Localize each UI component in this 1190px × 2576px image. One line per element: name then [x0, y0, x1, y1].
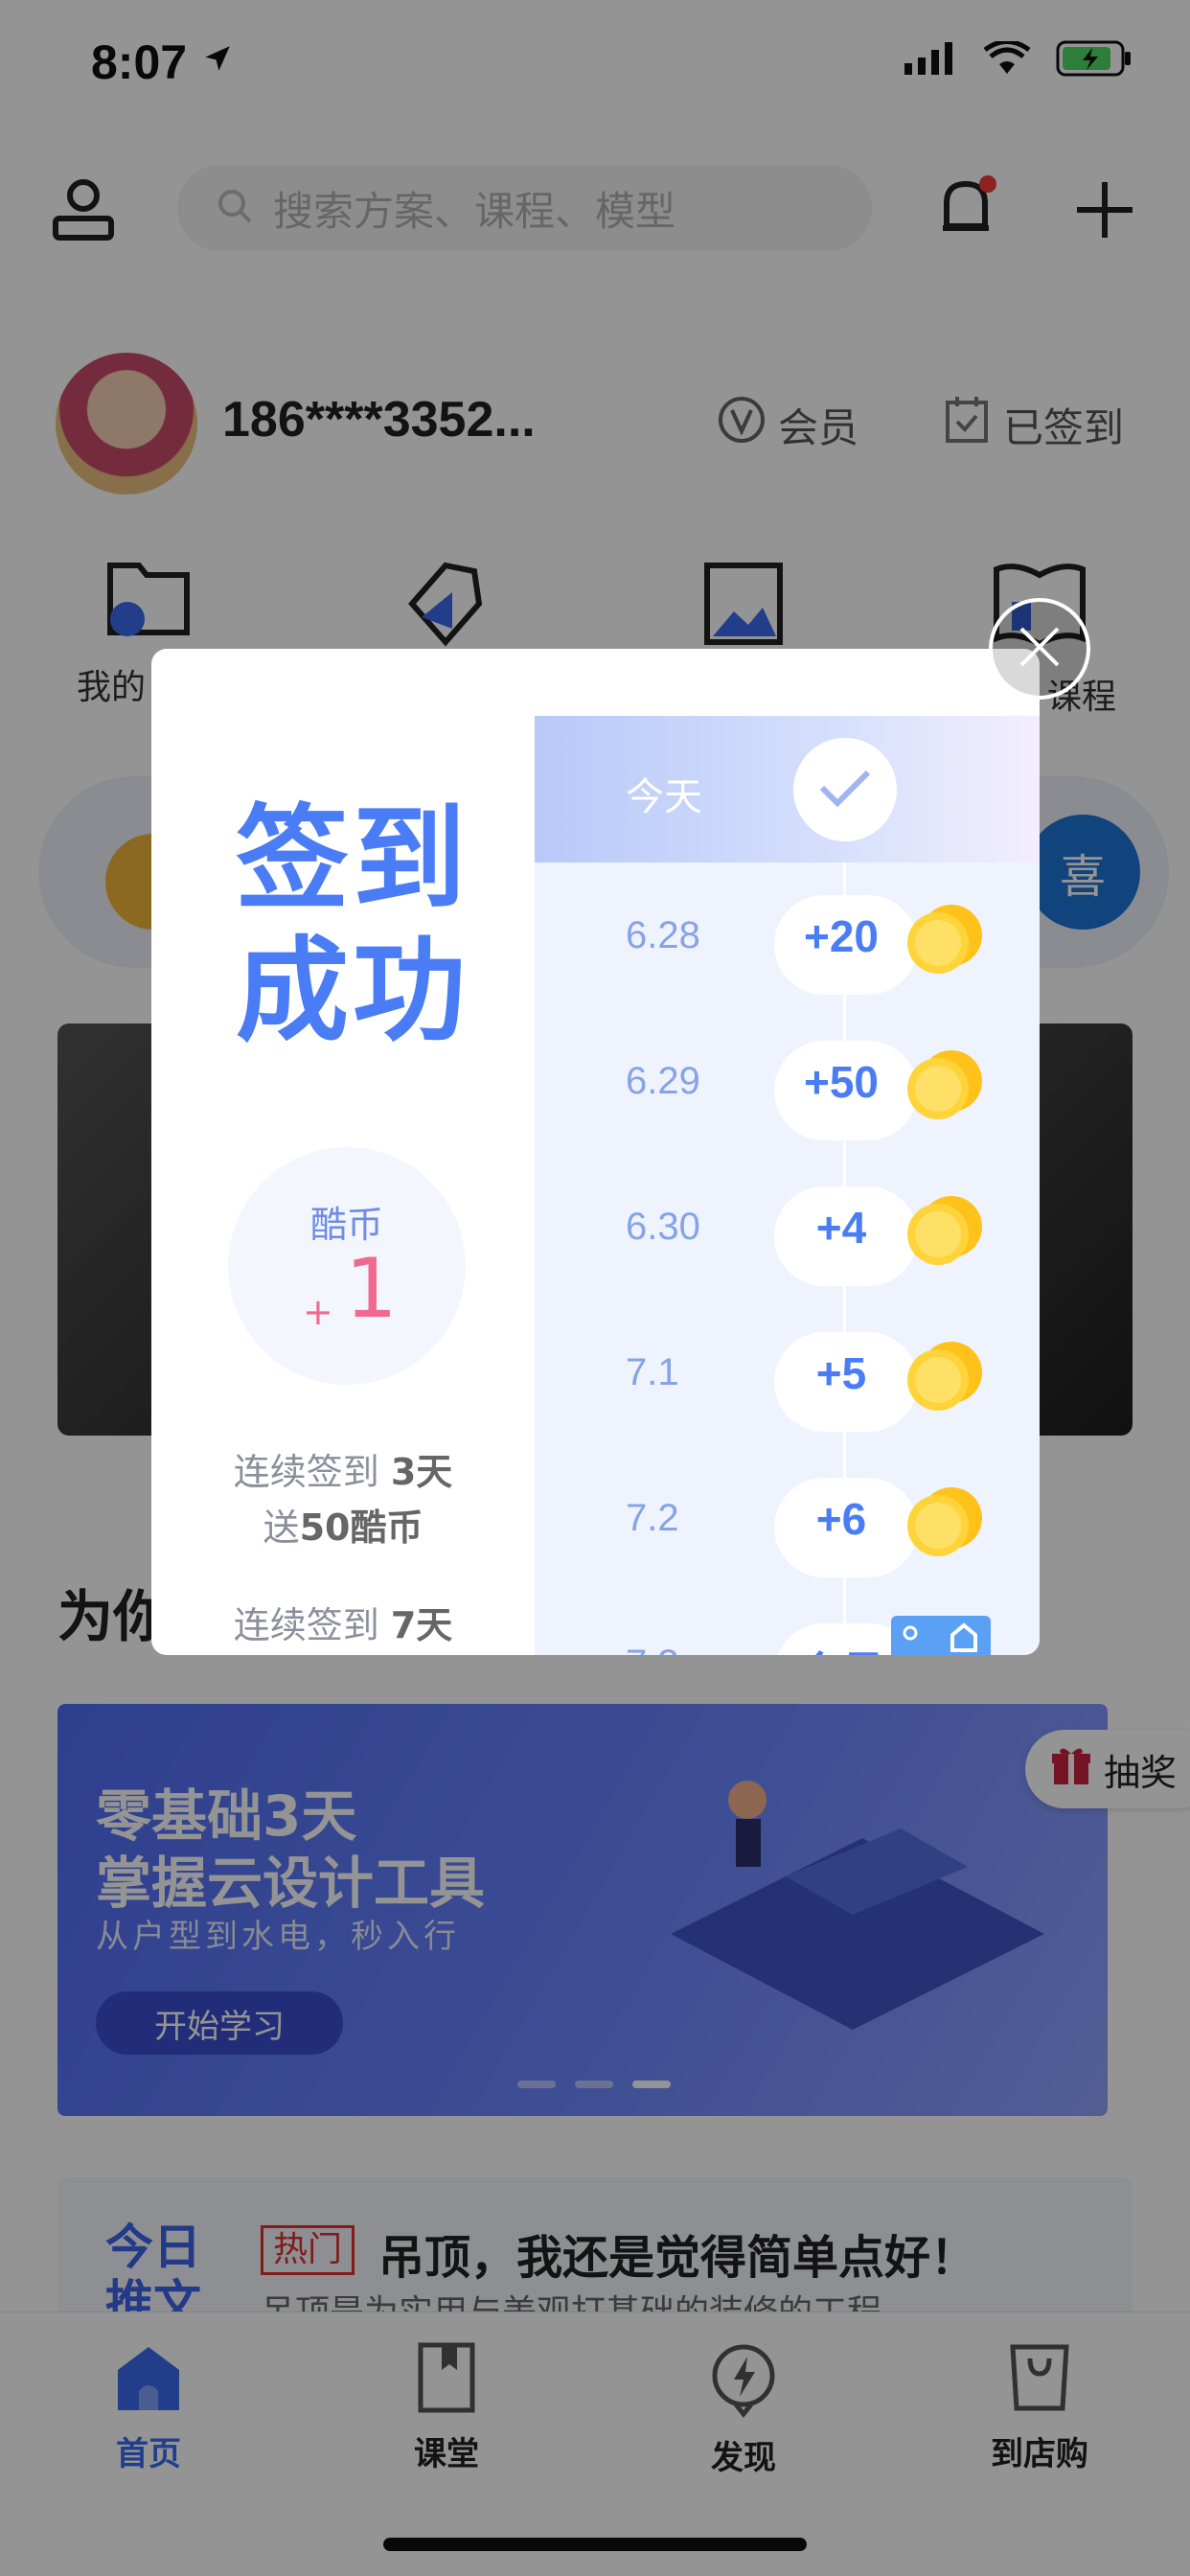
streak-days: 3天 — [390, 1451, 453, 1493]
today-check — [793, 738, 897, 841]
day-points: +5 — [815, 1348, 867, 1398]
success-title: 签到 成功 — [236, 793, 469, 1057]
coin-plus: + — [303, 1291, 333, 1333]
day-date: 6.29 — [626, 1060, 700, 1102]
day-points: 会员 — [774, 1639, 908, 1655]
coin-icon — [904, 1338, 982, 1414]
coin-icon — [904, 1046, 982, 1123]
close-icon — [1018, 625, 1062, 673]
vip-badge-icon — [891, 1616, 991, 1655]
day-date: 7.1 — [626, 1351, 679, 1393]
day-row: 6.29 +50 — [535, 1008, 1040, 1154]
streak-reward-3: 连续签到 3天 送50酷币 — [151, 1444, 535, 1555]
modal-summary: 签到 成功 酷币 + 1 连续签到 3天 送50酷币 连续签到 7天 — [151, 649, 535, 1655]
day-row: 6.28 +20 — [535, 862, 1040, 1008]
day-date: 7.3 — [626, 1643, 679, 1655]
day-points: +6 — [815, 1494, 867, 1544]
coin-reward: 酷币 + 1 — [228, 1147, 466, 1385]
checkin-calendar: 今天 6.28 +20 6.29 +50 6.30 +4 7.1 +5 7.2 … — [535, 716, 1040, 1655]
close-button[interactable] — [989, 598, 1090, 700]
day-date: 6.28 — [626, 914, 700, 956]
day-row: 7.2 +6 — [535, 1445, 1040, 1591]
streak-text: 送 — [263, 1506, 300, 1549]
coin-icon — [904, 1484, 982, 1560]
streak-reward-7: 连续签到 7天 — [151, 1598, 535, 1653]
day-row: 7.1 +5 — [535, 1300, 1040, 1445]
day-date: 6.30 — [626, 1206, 700, 1248]
today-row: 今天 — [535, 716, 1040, 862]
day-points: +20 — [803, 911, 880, 961]
day-date: 7.2 — [626, 1497, 679, 1539]
streak-days: 7天 — [390, 1604, 453, 1646]
streak-reward: 50酷币 — [299, 1506, 423, 1549]
check-icon — [818, 767, 872, 813]
coin-icon — [904, 1192, 982, 1269]
success-title-line1: 签到 — [236, 793, 470, 925]
day-row: 6.30 +4 — [535, 1154, 1040, 1300]
day-points: +4 — [815, 1203, 867, 1253]
today-label: 今天 — [626, 775, 702, 819]
coin-value: 1 — [345, 1241, 398, 1337]
day-points: +50 — [803, 1057, 880, 1107]
coin-label: 酷币 — [309, 1204, 383, 1246]
checkin-success-modal: 签到 成功 酷币 + 1 连续签到 3天 送50酷币 连续签到 7天 今天 6. — [151, 649, 1040, 1655]
streak-text: 连续签到 — [233, 1451, 391, 1493]
success-title-line2: 成功 — [236, 925, 470, 1057]
day-row: 7.3 会员 — [535, 1591, 1040, 1655]
coin-icon — [904, 901, 982, 978]
streak-text: 连续签到 — [233, 1604, 391, 1646]
